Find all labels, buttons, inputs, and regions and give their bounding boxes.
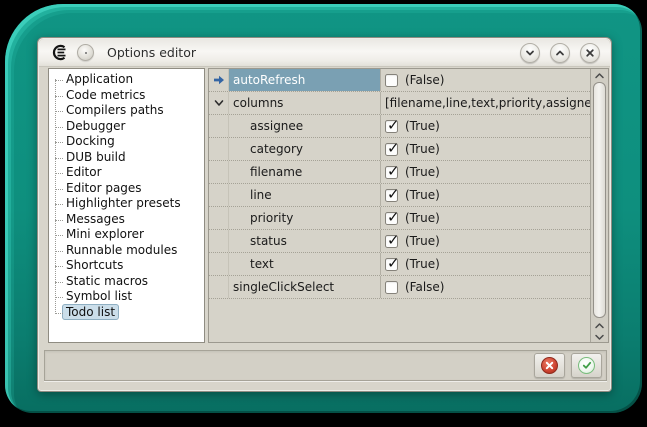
grid-row-status[interactable]: status (True)	[209, 230, 590, 253]
maximize-button[interactable]	[550, 43, 570, 63]
sidebar-item-highlighter-presets[interactable]: Highlighter presets	[49, 196, 204, 212]
property-value: (True)	[380, 161, 590, 183]
current-row-arrow-icon	[213, 75, 225, 85]
property-name[interactable]: filename	[229, 161, 380, 183]
checkbox-checked[interactable]	[385, 235, 398, 248]
row-gutter	[209, 276, 229, 298]
cancel-button[interactable]	[534, 353, 565, 378]
row-gutter[interactable]	[209, 92, 229, 114]
property-name[interactable]: text	[229, 253, 380, 275]
window-title: Options editor	[107, 45, 520, 60]
property-value: (False)	[380, 276, 590, 298]
footer-bar	[44, 350, 607, 381]
grid-row-category[interactable]: category (True)	[209, 138, 590, 161]
row-gutter	[209, 207, 229, 229]
sidebar-item-compilers-paths[interactable]: Compilers paths	[49, 103, 204, 119]
sidebar-item-todo-list[interactable]: Todo list	[49, 305, 204, 321]
property-value: (True)	[380, 115, 590, 137]
grid-row-priority[interactable]: priority (True)	[209, 207, 590, 230]
grid-row-singleClickSelect[interactable]: singleClickSelect (False)	[209, 276, 590, 299]
chevron-up-icon	[594, 72, 605, 80]
sidebar-item-debugger[interactable]: Debugger	[49, 119, 204, 135]
sidebar-item-docking[interactable]: Docking	[49, 134, 204, 150]
sidebar-item-messages[interactable]: Messages	[49, 212, 204, 228]
property-value: (False)	[380, 69, 590, 91]
property-name[interactable]: autoRefresh	[229, 69, 380, 91]
row-gutter	[209, 230, 229, 252]
grid-row-autoRefresh[interactable]: autoRefresh (False)	[209, 69, 590, 92]
row-gutter	[209, 138, 229, 160]
checkbox-checked[interactable]	[385, 189, 398, 202]
scrollbar-thumb[interactable]	[593, 82, 606, 318]
row-gutter	[209, 184, 229, 206]
property-name[interactable]: category	[229, 138, 380, 160]
grid-row-filename[interactable]: filename (True)	[209, 161, 590, 184]
scroll-up-button[interactable]	[591, 70, 608, 82]
property-value: (True)	[380, 138, 590, 160]
close-x-icon	[584, 47, 596, 59]
property-name[interactable]: columns	[229, 92, 380, 114]
sidebar-item-runnable-modules[interactable]: Runnable modules	[49, 243, 204, 259]
row-gutter	[209, 115, 229, 137]
collapse-chevron-icon	[214, 99, 224, 107]
row-gutter	[209, 161, 229, 183]
property-value: (True)	[380, 253, 590, 275]
checkbox-checked[interactable]	[385, 212, 398, 225]
sidebar-item-mini-explorer[interactable]: Mini explorer	[49, 227, 204, 243]
property-value: (True)	[380, 230, 590, 252]
sidebar-item-shortcuts[interactable]: Shortcuts	[49, 258, 204, 274]
row-gutter	[209, 69, 229, 91]
sidebar-item-editor-pages[interactable]: Editor pages	[49, 181, 204, 197]
checkbox-checked[interactable]	[385, 143, 398, 156]
property-value[interactable]: [filename,line,text,priority,assigne	[380, 92, 590, 114]
property-name[interactable]: assignee	[229, 115, 380, 137]
accept-icon	[578, 357, 595, 374]
checkbox-unchecked[interactable]	[385, 281, 398, 294]
chevron-up-icon	[554, 47, 566, 59]
checkbox-checked[interactable]	[385, 120, 398, 133]
chevron-down-icon	[524, 47, 536, 59]
category-tree: Application Code metrics Compilers paths…	[48, 68, 205, 343]
sidebar-item-application[interactable]: Application	[49, 72, 204, 88]
checkbox-checked[interactable]	[385, 258, 398, 271]
property-grid: autoRefresh (False) columns [filename,li…	[208, 68, 609, 343]
sidebar-item-code-metrics[interactable]: Code metrics	[49, 88, 204, 104]
property-name[interactable]: status	[229, 230, 380, 252]
minimize-button[interactable]	[520, 43, 540, 63]
chevron-up-icon	[594, 322, 605, 330]
sidebar-item-static-macros[interactable]: Static macros	[49, 274, 204, 290]
accept-button[interactable]	[571, 353, 602, 378]
sidebar-item-symbol-list[interactable]: Symbol list	[49, 289, 204, 305]
cancel-icon	[541, 357, 558, 374]
property-value: (True)	[380, 207, 590, 229]
grid-row-line[interactable]: line (True)	[209, 184, 590, 207]
options-editor-window: Options editor Application Co	[37, 37, 612, 392]
sidebar-item-editor[interactable]: Editor	[49, 165, 204, 181]
titlebar[interactable]: Options editor	[39, 39, 610, 67]
property-name[interactable]: singleClickSelect	[229, 276, 380, 298]
chevron-down-icon	[594, 333, 605, 341]
checkbox-checked[interactable]	[385, 166, 398, 179]
property-name[interactable]: priority	[229, 207, 380, 229]
property-value: (True)	[380, 184, 590, 206]
checkbox-unchecked[interactable]	[385, 74, 398, 87]
close-button[interactable]	[580, 43, 600, 63]
sidebar-item-dub-build[interactable]: DUB build	[49, 150, 204, 166]
scroll-down-button[interactable]	[591, 331, 608, 343]
vertical-scrollbar[interactable]	[590, 69, 608, 342]
grid-row-text[interactable]: text (True)	[209, 253, 590, 276]
grid-row-assignee[interactable]: assignee (True)	[209, 115, 590, 138]
row-gutter	[209, 253, 229, 275]
grid-row-columns[interactable]: columns [filename,line,text,priority,ass…	[209, 92, 590, 115]
app-logo-icon	[51, 44, 68, 61]
property-name[interactable]: line	[229, 184, 380, 206]
window-menu-button[interactable]	[77, 44, 94, 61]
